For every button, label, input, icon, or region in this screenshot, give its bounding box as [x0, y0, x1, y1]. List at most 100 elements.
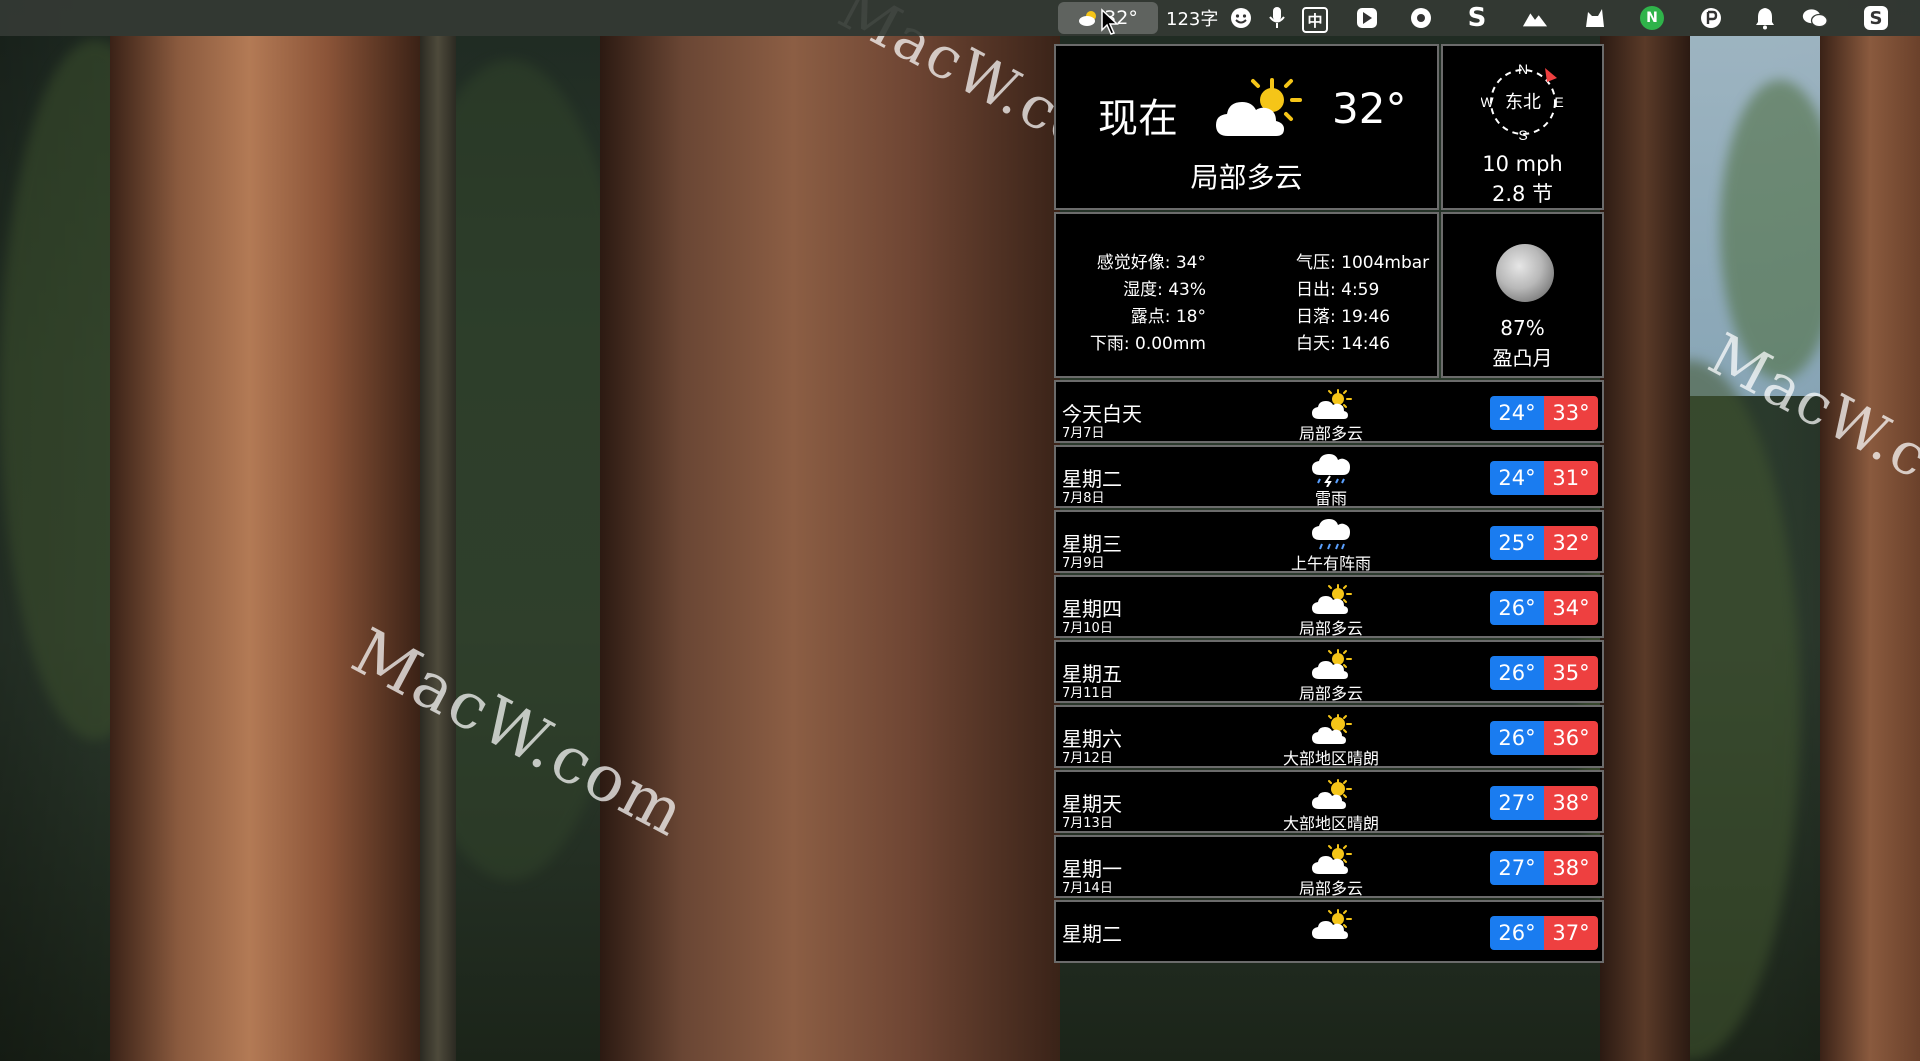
input-method-label: 中 [1307, 11, 1323, 30]
p-app-icon[interactable] [1698, 5, 1724, 31]
wind-direction: 东北 [1505, 92, 1541, 113]
forecast-high-temp: 32° [1544, 526, 1598, 560]
partly-cloudy-icon [1312, 389, 1352, 419]
pressure: 气压: 1004mbar [1296, 253, 1430, 273]
wechat-icon[interactable] [1802, 5, 1828, 31]
emoji-icon[interactable] [1228, 5, 1254, 31]
bell-icon[interactable] [1752, 5, 1778, 31]
partly-cloudy-icon [1312, 649, 1352, 679]
wind-knots: 2.8 节 [1491, 182, 1554, 206]
forecast-date: 7月11日 [1062, 686, 1113, 701]
n-app-icon[interactable]: N [1640, 6, 1664, 30]
forecast-day: 星期二 [1062, 922, 1122, 946]
forecast-high-temp: 35° [1544, 656, 1598, 690]
partly-cloudy-icon [1312, 844, 1352, 874]
forecast-date: 7月10日 [1062, 621, 1113, 636]
sunset: 日落: 19:46 [1296, 307, 1391, 327]
forecast-high-temp: 34° [1544, 591, 1598, 625]
moon-icon [1496, 244, 1554, 302]
forecast-date: 7月13日 [1062, 816, 1113, 831]
forecast-date: 7月7日 [1062, 426, 1105, 441]
menu-bar: 32° 123字 中 S N S [0, 0, 1920, 36]
forecast-date: 7月12日 [1062, 751, 1113, 766]
daylight: 白天: 14:46 [1296, 334, 1391, 354]
forecast-high-temp: 36° [1544, 721, 1598, 755]
wind-card[interactable]: N S W E 东北 10 mph 2.8 节 [1441, 44, 1604, 210]
forecast-low-temp: 27° [1490, 786, 1544, 820]
forecast-condition: 雷雨 [1314, 489, 1347, 508]
wind-speed: 10 mph [1482, 152, 1563, 176]
forecast-date: 7月9日 [1062, 556, 1105, 571]
forecast-low-temp: 26° [1490, 916, 1544, 950]
compass-w-label: W [1481, 94, 1494, 110]
current-condition: 局部多云 [1190, 161, 1303, 194]
dew-point: 露点: 18° [1130, 307, 1206, 327]
microphone-icon[interactable] [1264, 5, 1290, 31]
forecast-row[interactable]: 星期一 7月14日 局部多云 27° 38° [1054, 835, 1604, 898]
forecast-row[interactable]: 星期四 7月10日 局部多云 26° 34° [1054, 575, 1604, 638]
thunderstorm-icon [1312, 454, 1350, 487]
tree-trunk [1820, 36, 1920, 1061]
now-label: 现在 [1098, 96, 1178, 142]
forecast-low-temp: 26° [1490, 656, 1544, 690]
forecast-row[interactable]: 星期二 7月8日 雷雨 24° 31° [1054, 445, 1604, 508]
compass-n-label: N [1518, 61, 1528, 77]
precipitation: 下雨: 0.00mm [1089, 334, 1206, 354]
rain-icon [1312, 519, 1350, 550]
compass-e-label: E [1554, 94, 1563, 110]
partly-cloudy-icon [1079, 11, 1097, 26]
forecast-condition: 大部地区晴朗 [1282, 749, 1379, 768]
record-icon[interactable] [1408, 5, 1434, 31]
forecast-row[interactable]: 星期三 7月9日 上午有阵雨 25° 32° [1054, 510, 1604, 573]
tree-trunk [1600, 36, 1690, 1061]
partly-cloudy-icon [1216, 78, 1302, 136]
mountain-icon[interactable] [1522, 5, 1548, 31]
forecast-row[interactable]: 星期六 7月12日 大部地区晴朗 26° 36° [1054, 705, 1604, 768]
forecast-condition: 上午有阵雨 [1290, 554, 1371, 573]
input-method-icon[interactable]: 中 [1302, 7, 1328, 33]
cat-icon[interactable] [1582, 5, 1608, 31]
moon-illumination: 87% [1500, 316, 1545, 340]
forecast-high-temp: 38° [1544, 851, 1598, 885]
scrivener-icon[interactable]: S [1464, 3, 1490, 33]
details-card[interactable]: 感觉好像: 34° 湿度: 43% 露点: 18° 下雨: 0.00mm 气压:… [1054, 212, 1439, 378]
desktop: MacW.com MacW.com MacW.com 32° 123字 中 S [0, 0, 1920, 1061]
tree-trunk [110, 36, 420, 1061]
forecast-low-temp: 27° [1490, 851, 1544, 885]
current-conditions-card[interactable]: 现在 32° 局部多云 [1054, 44, 1439, 210]
forecast-low-temp: 24° [1490, 396, 1544, 430]
forecast-high-temp: 38° [1544, 786, 1598, 820]
forecast-condition: 局部多云 [1298, 879, 1363, 898]
word-count-menu-item[interactable]: 123字 [1166, 0, 1218, 36]
forecast-low-temp: 24° [1490, 461, 1544, 495]
forecast-date: 7月8日 [1062, 491, 1105, 506]
tree-trunk [600, 36, 1060, 1061]
mostly-sunny-icon [1312, 779, 1352, 809]
partly-cloudy-icon [1312, 584, 1352, 614]
forecast-condition: 局部多云 [1298, 424, 1363, 443]
moon-card[interactable]: 87% 盈凸月 [1441, 212, 1604, 378]
sunrise: 日出: 4:59 [1296, 280, 1380, 300]
forecast-high-temp: 31° [1544, 461, 1598, 495]
forecast-condition: 局部多云 [1298, 619, 1363, 638]
feels-like: 感觉好像: 34° [1096, 253, 1206, 273]
current-temperature: 32° [1332, 84, 1407, 133]
forecast-row[interactable]: 星期天 7月13日 大部地区晴朗 27° 38° [1054, 770, 1604, 833]
partly-cloudy-icon [1312, 909, 1352, 939]
mouse-cursor-icon [1101, 8, 1119, 35]
mostly-sunny-icon [1312, 714, 1352, 744]
weather-popover: 现在 32° 局部多云 N S W E 东北 10 mph 2.8 节 感觉好像… [1054, 44, 1604, 1061]
compass-s-label: S [1518, 127, 1527, 143]
bookmark-app-icon[interactable] [1354, 5, 1380, 31]
compass-icon: N S W E 东北 [1481, 61, 1564, 143]
forecast-row[interactable]: 星期二 26° 37° [1054, 900, 1604, 963]
forecast-row[interactable]: 今天白天 7月7日 局部多云 24° 33° [1054, 380, 1604, 443]
forecast-low-temp: 26° [1490, 591, 1544, 625]
forecast-condition: 局部多云 [1298, 684, 1363, 703]
forecast-row[interactable]: 星期五 7月11日 局部多云 26° 35° [1054, 640, 1604, 703]
forecast-low-temp: 25° [1490, 526, 1544, 560]
scripting-app-icon[interactable]: S [1864, 6, 1888, 30]
forecast-date: 7月14日 [1062, 881, 1113, 896]
tree-trunk [420, 36, 456, 1061]
forecast-high-temp: 37° [1544, 916, 1598, 950]
